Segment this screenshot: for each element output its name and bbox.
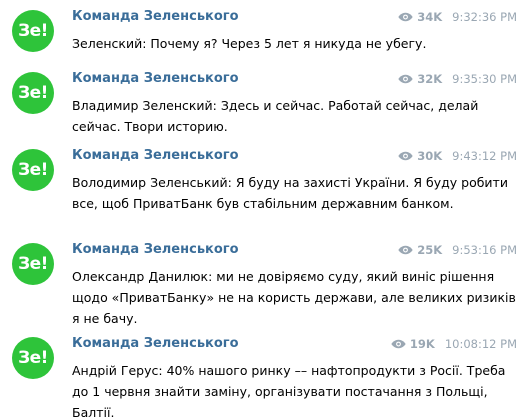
message-time[interactable]: 9:53:16 PM <box>452 243 517 257</box>
author-name[interactable]: Команда Зеленського <box>72 9 239 24</box>
eye-icon <box>398 151 413 161</box>
message-meta: 30K 9:43:12 PM <box>398 149 517 163</box>
channel-avatar[interactable]: Зе! <box>12 72 54 114</box>
message-time[interactable]: 9:35:30 PM <box>452 72 517 86</box>
message-text: Андрій Герус: 40% нашого ринку –– нафтоп… <box>72 363 506 419</box>
author-name[interactable]: Команда Зеленського <box>72 336 239 351</box>
channel-avatar[interactable]: Зе! <box>12 10 54 52</box>
message-time[interactable]: 10:08:12 PM <box>445 337 517 351</box>
message-text: Олександр Данилюк: ми не довіряємо суду,… <box>72 269 516 326</box>
eye-icon <box>398 74 413 84</box>
eye-icon <box>398 12 413 22</box>
view-count: 30K <box>417 149 443 163</box>
view-count: 32K <box>417 72 443 86</box>
message-meta: 19K 10:08:12 PM <box>391 337 517 351</box>
channel-avatar[interactable]: Зе! <box>12 149 54 191</box>
message-feed: Зе! Команда Зеленського 34K 9:32:36 PM З… <box>0 0 531 419</box>
message-meta: 32K 9:35:30 PM <box>398 72 517 86</box>
message-meta: 25K 9:53:16 PM <box>398 243 517 257</box>
message-time[interactable]: 9:43:12 PM <box>452 149 517 163</box>
author-name[interactable]: Команда Зеленського <box>72 242 239 257</box>
eye-icon <box>398 245 413 255</box>
view-count: 19K <box>409 337 435 351</box>
message-time[interactable]: 9:32:36 PM <box>452 10 517 24</box>
message-text: Зеленский: Почему я? Через 5 лет я никуд… <box>72 36 427 51</box>
message-meta: 34K 9:32:36 PM <box>398 10 517 24</box>
message-text: Владимир Зеленский: Здесь и сейчас. Рабо… <box>72 98 479 134</box>
message-text: Володимир Зеленський: Я буду на захисті … <box>72 175 508 211</box>
channel-avatar[interactable]: Зе! <box>12 243 54 285</box>
eye-icon <box>391 339 406 349</box>
author-name[interactable]: Команда Зеленського <box>72 71 239 86</box>
view-count: 25K <box>417 243 443 257</box>
channel-avatar[interactable]: Зе! <box>12 337 54 379</box>
author-name[interactable]: Команда Зеленського <box>72 148 239 163</box>
view-count: 34K <box>417 10 443 24</box>
